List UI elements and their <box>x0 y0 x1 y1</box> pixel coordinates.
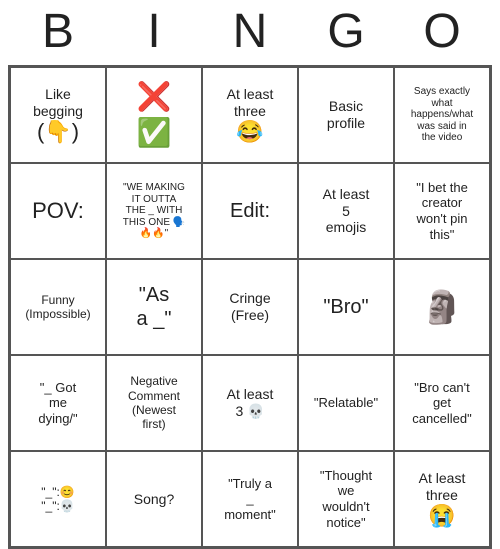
cell-text: At least <box>227 386 274 403</box>
cell-text: first) <box>142 417 165 431</box>
bingo-cell[interactable]: "Bro" <box>298 259 394 355</box>
bingo-cell[interactable]: Negative Comment (Newest first) <box>106 355 202 451</box>
cell-text: Song? <box>134 491 174 508</box>
bingo-cell[interactable]: POV: <box>10 163 106 259</box>
cell-text: we <box>338 483 355 499</box>
cell-text: this" <box>430 227 455 243</box>
cell-text: get <box>433 395 451 411</box>
cell-text: At least <box>227 86 274 103</box>
bingo-cell[interactable]: Like begging (👇) <box>10 67 106 163</box>
joy-emoji-icon: 😂 <box>236 120 263 144</box>
cell-text: "WE MAKING <box>123 182 185 194</box>
cell-text: the video <box>422 132 463 144</box>
cell-text: "Bro can't <box>414 380 470 396</box>
bingo-cell[interactable]: Edit: <box>202 163 298 259</box>
cell-text: Like <box>45 86 71 103</box>
cell-text: IT OUTTA <box>132 194 177 206</box>
bingo-cell[interactable]: "_ Got me dying/" <box>10 355 106 451</box>
bingo-cell[interactable]: "_":😊 "_":💀 <box>10 451 106 547</box>
cell-text: notice" <box>326 515 365 531</box>
bingo-cell[interactable]: Song? <box>106 451 202 547</box>
bingo-cell[interactable]: At least 5 emojis <box>298 163 394 259</box>
cell-text: Says exactly <box>414 86 470 98</box>
cell-text: three <box>234 103 266 120</box>
header-letter: B <box>29 4 87 59</box>
cell-text: three <box>426 487 458 504</box>
cell-text: 🔥🔥" <box>140 228 168 240</box>
cell-text: moment" <box>224 507 276 523</box>
cell-text: emojis <box>326 219 366 236</box>
cell-text: won't pin <box>417 211 468 227</box>
cell-text: begging <box>33 103 83 120</box>
bingo-cell[interactable]: "As a _" <box>106 259 202 355</box>
cell-text: Basic <box>329 98 363 115</box>
cell-text: 3 💀 <box>235 403 264 420</box>
cell-text: "_ Got <box>40 380 76 396</box>
cell-text: (Newest <box>132 403 176 417</box>
cell-text: "Thought <box>320 468 372 484</box>
pointing-down-icon: (👇) <box>37 120 79 144</box>
cell-text: "Truly a <box>228 476 272 492</box>
bingo-cell[interactable]: At least 3 💀 <box>202 355 298 451</box>
cell-text: Funny <box>41 293 74 307</box>
cell-text: At least <box>419 470 466 487</box>
cell-text: "_":💀 <box>41 499 74 513</box>
bingo-cell[interactable]: "Bro can't get cancelled" <box>394 355 490 451</box>
cell-text: "Bro" <box>323 295 368 319</box>
header-letter: I <box>125 4 183 59</box>
bingo-cell[interactable]: ❌ ✅ <box>106 67 202 163</box>
bingo-cell[interactable]: Says exactly what happens/what was said … <box>394 67 490 163</box>
cell-text: wouldn't <box>322 499 369 515</box>
bingo-cell[interactable]: "Thought we wouldn't notice" <box>298 451 394 547</box>
bingo-cell[interactable]: Basic profile <box>298 67 394 163</box>
bingo-cell[interactable]: At least three 😭 <box>394 451 490 547</box>
cell-text: "_":😊 <box>41 485 74 499</box>
cell-text: profile <box>327 115 365 132</box>
cell-text: "As <box>139 283 169 307</box>
bingo-cell[interactable]: "Relatable" <box>298 355 394 451</box>
cell-text: Edit: <box>230 199 270 223</box>
header-letter: O <box>413 4 471 59</box>
crying-emoji-icon: 😭 <box>428 504 455 528</box>
cell-text: cancelled" <box>412 411 472 427</box>
bingo-cell[interactable]: "WE MAKING IT OUTTA THE _ WITH THIS ONE … <box>106 163 202 259</box>
check-mark-icon: ✅ <box>137 116 172 150</box>
cell-text: _ <box>246 491 253 507</box>
cell-text: was said in <box>417 121 466 133</box>
cross-mark-icon: ❌ <box>137 80 172 114</box>
bingo-cell[interactable]: "I bet the creator won't pin this" <box>394 163 490 259</box>
header-letter: N <box>221 4 279 59</box>
cell-text: Comment <box>128 389 180 403</box>
cell-text: me <box>49 395 67 411</box>
cell-text: THIS ONE 🗣️ <box>123 217 185 229</box>
cell-text: "I bet the <box>416 180 468 196</box>
cell-text: (Impossible) <box>25 307 90 321</box>
cell-text: Cringe <box>229 290 270 307</box>
header-letter: G <box>317 4 375 59</box>
cell-text: Negative <box>130 374 177 388</box>
cell-text: creator <box>422 195 462 211</box>
moai-icon: 🗿 <box>422 288 462 326</box>
bingo-cell[interactable]: "Truly a _ moment" <box>202 451 298 547</box>
cell-text: what <box>431 98 452 110</box>
cell-text: a _" <box>137 307 172 331</box>
bingo-cell[interactable]: Funny (Impossible) <box>10 259 106 355</box>
cell-text: dying/" <box>38 411 77 427</box>
bingo-cell[interactable]: 🗿 <box>394 259 490 355</box>
cell-text: POV: <box>32 198 84 224</box>
cell-text: happens/what <box>411 109 473 121</box>
cell-text: "Relatable" <box>314 395 378 411</box>
cell-text: At least <box>323 186 370 203</box>
bingo-grid: Like begging (👇) ❌ ✅ At least three 😂 Ba… <box>8 65 492 549</box>
bingo-cell-free[interactable]: Cringe (Free) <box>202 259 298 355</box>
bingo-cell[interactable]: At least three 😂 <box>202 67 298 163</box>
cell-text: THE _ WITH <box>126 205 183 217</box>
cell-text: 5 <box>342 203 350 220</box>
cell-text: (Free) <box>231 307 269 324</box>
bingo-header: B I N G O <box>29 4 471 59</box>
